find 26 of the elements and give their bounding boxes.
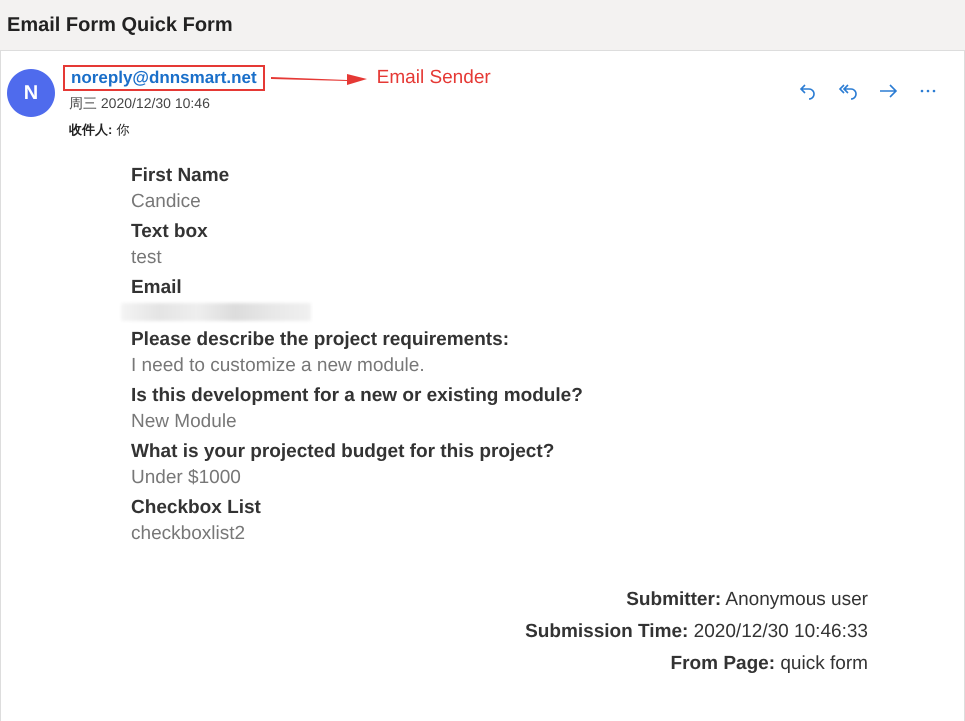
footer-label: Submitter: bbox=[626, 589, 722, 610]
field-value: test bbox=[131, 247, 163, 269]
field-label: Please describe the project requirements: bbox=[131, 329, 510, 351]
footer-label: From Page: bbox=[670, 653, 776, 674]
field-label: What is your projected budget for this project? bbox=[131, 441, 556, 463]
field-value: New Module bbox=[131, 411, 238, 433]
field-value: Under $1000 bbox=[131, 467, 242, 489]
field-label: Checkbox List bbox=[131, 497, 262, 519]
footer-value: Anonymous user bbox=[725, 589, 868, 610]
field-label: Text box bbox=[131, 221, 209, 243]
field-label: Email bbox=[131, 277, 183, 299]
annotation-label: Email Sender bbox=[376, 67, 491, 89]
field-label: First Name bbox=[131, 165, 230, 187]
window-title: Email Form Quick Form bbox=[6, 12, 234, 38]
footer-label: Submission Time: bbox=[525, 621, 688, 642]
footer-value: 2020/12/30 10:46:33 bbox=[694, 621, 868, 642]
field-label: Is this development for a new or existing module? bbox=[131, 385, 584, 407]
field-value: I need to customize a new module. bbox=[131, 355, 426, 377]
sender-address[interactable]: noreply@dnnsmart.net bbox=[63, 65, 265, 91]
recipient: 你 bbox=[116, 121, 130, 139]
avatar: N bbox=[7, 69, 55, 117]
sent-date: 周三 2020/12/30 10:46 bbox=[69, 95, 211, 113]
recipient-label: 收件人: bbox=[69, 121, 112, 139]
field-value: Candice bbox=[131, 191, 202, 213]
field-value: checkboxlist2 bbox=[131, 523, 246, 545]
footer-value: quick form bbox=[780, 653, 868, 674]
